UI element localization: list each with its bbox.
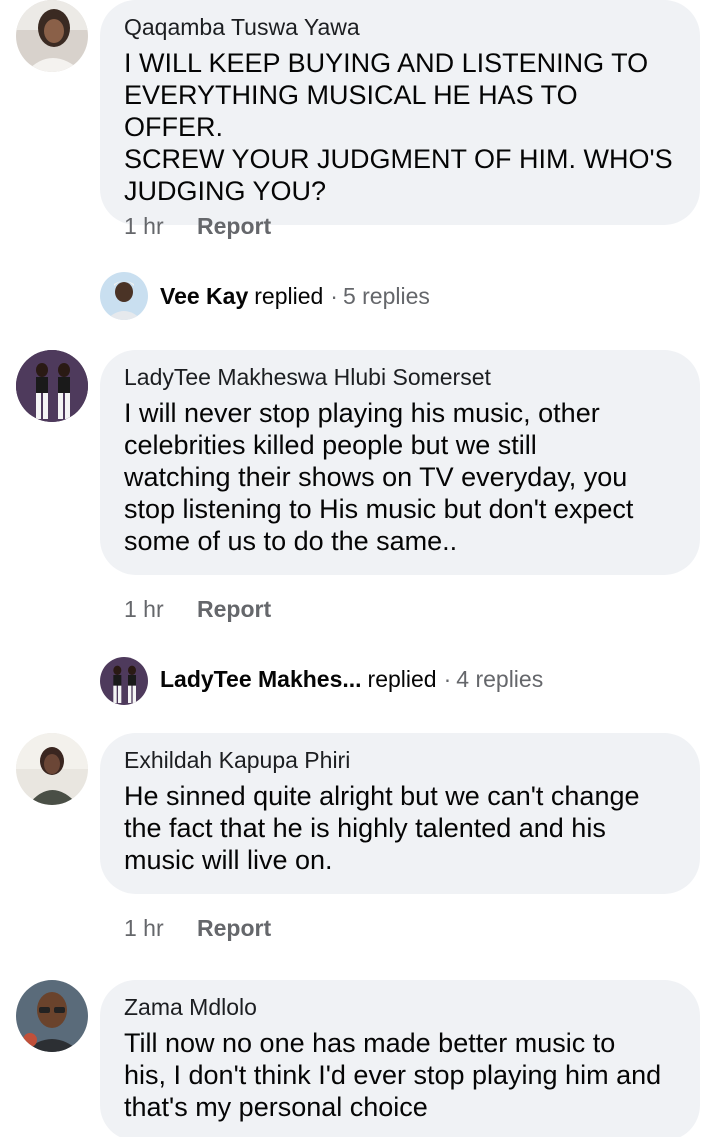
separator-dot: · [330, 282, 338, 309]
comment-line: celebrities killed people but we still [124, 430, 537, 460]
comment-line: music will live on. [124, 845, 333, 875]
avatar-exhildah[interactable] [16, 733, 88, 805]
comment-author[interactable]: Qaqamba Tuswa Yawa [124, 13, 676, 41]
comment-author[interactable]: Zama Mdlolo [124, 993, 676, 1021]
comment-author[interactable]: Exhildah Kapupa Phiri [124, 746, 676, 774]
comment-line: I will never stop playing his music, oth… [124, 398, 600, 428]
avatar-vee-kay[interactable] [100, 272, 148, 320]
comment-line: I WILL KEEP BUYING AND LISTENING TO [124, 48, 649, 78]
comment-line: stop listening to His music but don't ex… [124, 494, 634, 524]
reply-count-link[interactable]: 5 replies [343, 283, 430, 310]
comment-line: that's my personal choice [124, 1092, 428, 1122]
comment-line: the fact that he is highly talented and … [124, 813, 606, 843]
comment-text: Till now no one has made better music to… [124, 1027, 676, 1123]
report-link[interactable]: Report [197, 915, 271, 942]
comment-text: I will never stop playing his music, oth… [124, 397, 676, 557]
comment-line: EVERYTHING MUSICAL HE HAS TO OFFER. [124, 80, 578, 142]
comment-line: SCREW YOUR JUDGMENT OF HIM. WHO'S [124, 144, 673, 174]
reply-author[interactable]: Vee Kay [160, 283, 248, 310]
comment-bubble: Exhildah Kapupa Phiri He sinned quite al… [100, 733, 700, 894]
comment-time[interactable]: 1 hr [124, 213, 197, 240]
reply-count-link[interactable]: 4 replies [456, 666, 543, 693]
comment-line: Till now no one has made better music to [124, 1028, 616, 1058]
comment-line: some of us to do the same.. [124, 526, 458, 556]
comment-bubble: LadyTee Makheswa Hlubi Somerset I will n… [100, 350, 700, 575]
comment-line: He sinned quite alright but we can't cha… [124, 781, 640, 811]
comment-meta: 1 hr Report [124, 211, 271, 241]
reply-verb: replied [367, 665, 437, 692]
comment-line: watching their shows on TV everyday, you [124, 462, 628, 492]
comment-line: JUDGING YOU? [124, 176, 327, 206]
replies-row[interactable]: LadyTee Makhes... replied · 4 replies [160, 664, 543, 694]
comment-bubble: Zama Mdlolo Till now no one has made bet… [100, 980, 700, 1137]
avatar-ladytee[interactable] [16, 350, 88, 422]
comment-time[interactable]: 1 hr [124, 596, 197, 623]
avatar-qaqamba[interactable] [16, 0, 88, 72]
separator-dot: · [443, 665, 452, 692]
comment-meta: 1 hr Report [124, 594, 271, 624]
avatar-ladytee-reply[interactable] [100, 657, 148, 705]
comment-time[interactable]: 1 hr [124, 915, 197, 942]
comment-meta: 1 hr Report [124, 913, 271, 943]
avatar-zama[interactable] [16, 980, 88, 1052]
comment-bubble: Qaqamba Tuswa Yawa I WILL KEEP BUYING AN… [100, 0, 700, 225]
comment-line: his, I don't think I'd ever stop playing… [124, 1060, 662, 1090]
replies-row[interactable]: Vee Kay replied · 5 replies [160, 281, 430, 311]
reply-verb: replied [254, 282, 324, 309]
comment-text: I WILL KEEP BUYING AND LISTENING TO EVER… [124, 47, 676, 207]
report-link[interactable]: Report [197, 596, 271, 623]
comment-text: He sinned quite alright but we can't cha… [124, 780, 676, 876]
reply-author[interactable]: LadyTee Makhes... [160, 666, 362, 693]
comment-author[interactable]: LadyTee Makheswa Hlubi Somerset [124, 363, 676, 391]
report-link[interactable]: Report [197, 213, 271, 240]
